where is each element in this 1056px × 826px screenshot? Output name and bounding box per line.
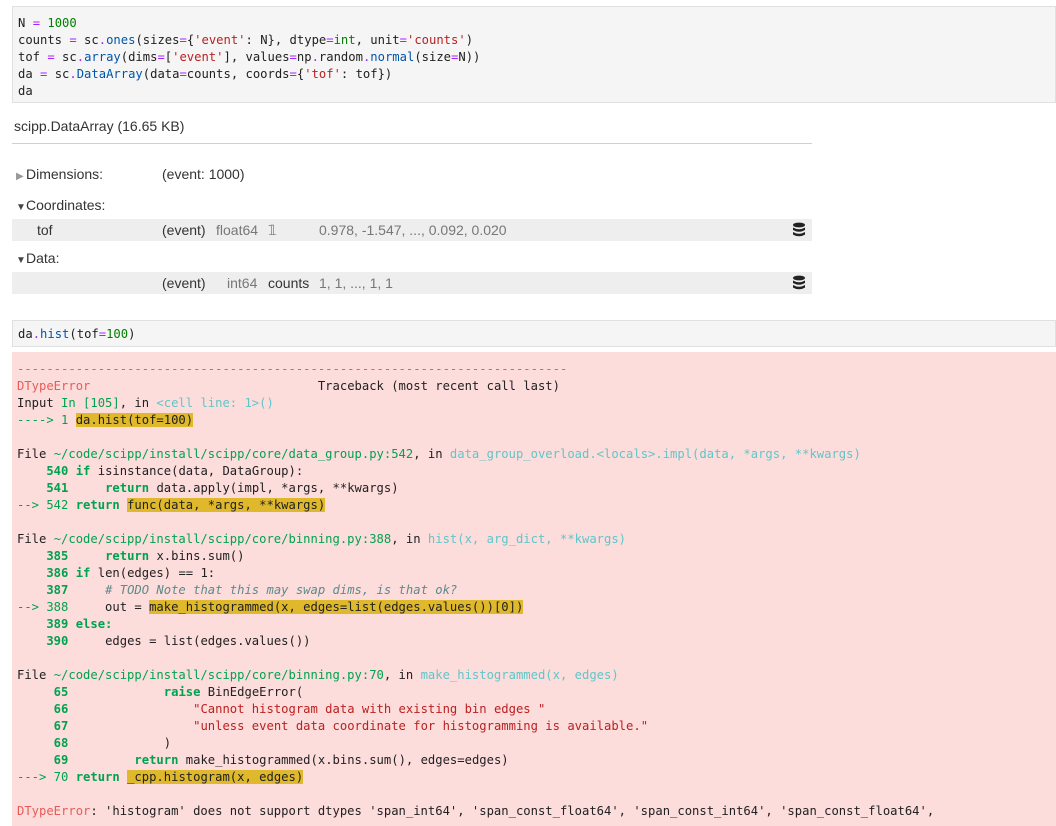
database-icon[interactable] (792, 275, 806, 291)
traceback-input-line: Input In [105], in <cell line: 1>() (17, 396, 274, 410)
code-line: N = 1000 (18, 15, 1055, 32)
traceback-line: 386 if len(edges) == 1: (17, 566, 216, 580)
coord-name: tof (37, 222, 53, 238)
dimensions-label: Dimensions: (26, 166, 104, 182)
code-var-n: N (18, 16, 33, 30)
traceback-line: 65 raise BinEdgeError( (17, 685, 304, 699)
traceback-line: --> 388 out = make_histogrammed(x, edges… (17, 600, 524, 614)
code-line: da.hist(tof=100) (18, 327, 136, 341)
data-dims: (event) (162, 275, 206, 291)
function-signature: make_histogrammed(x, edges) (420, 668, 619, 682)
dimensions-section-toggle[interactable]: ▶ Dimensions: (16, 166, 103, 182)
traceback-line: 69 return make_histogrammed(x.bins.sum()… (17, 753, 509, 767)
traceback-title-line: DTypeError Traceback (most recent call l… (17, 378, 1056, 395)
traceback-line: 67 "unless event data coordinate for his… (17, 719, 649, 733)
data-section-toggle[interactable]: ▼Data: (16, 250, 59, 266)
coord-dtype: float64 (216, 222, 259, 238)
traceback-title: Traceback (most recent call last) (317, 379, 560, 393)
error-type: DTypeError (17, 379, 91, 393)
code-line: counts = sc.ones(sizes={'event': N}, dty… (18, 33, 474, 47)
code-cell-input-2[interactable]: da.hist(tof=100) (12, 320, 1056, 347)
code-number: 1000 (47, 16, 77, 30)
traceback-line: ---> 70 return _cpp.histogram(x, edges) (17, 770, 304, 784)
traceback-line: 68 ) (17, 736, 172, 750)
dimensions-value: (event: 1000) (162, 166, 245, 182)
traceback-dashes: ----------------------------------------… (17, 362, 568, 376)
database-icon[interactable] (792, 222, 806, 238)
traceback-file-line: File ~/code/scipp/install/scipp/core/bin… (17, 668, 619, 682)
highlighted-code: func(data, *args, **kwargs) (127, 498, 326, 512)
error-message: DTypeError: 'histogram' does not support… (17, 803, 1056, 820)
highlighted-code: _cpp.histogram(x, edges) (127, 770, 304, 784)
traceback-file-line: File ~/code/scipp/install/scipp/core/bin… (17, 532, 627, 546)
traceback-line: --> 542 return func(data, *args, **kwarg… (17, 498, 326, 512)
traceback-line: 385 return x.bins.sum() (17, 549, 245, 563)
coord-row-tof[interactable]: tof (event) float64 𝟙 0.978, -1.547, ...… (12, 219, 812, 241)
traceback-line: 541 return data.apply(impl, *args, **kwa… (17, 481, 399, 495)
error-traceback-output: ----------------------------------------… (12, 352, 1056, 826)
error-type: DTypeError (17, 804, 91, 818)
data-dtype: int64 (227, 275, 258, 291)
data-values: 1, 1, ..., 1, 1 (319, 275, 393, 291)
repr-separator (12, 143, 812, 144)
data-row[interactable]: (event) int64 counts 1, 1, ..., 1, 1 (12, 272, 812, 294)
triangle-down-icon: ▼ (16, 255, 26, 266)
coord-unit: 𝟙 (268, 222, 277, 238)
code-line: tof = sc.array(dims=['event'], values=np… (18, 50, 481, 64)
coord-dims: (event) (162, 222, 206, 238)
code-line: da = sc.DataArray(data=counts, coords={'… (18, 67, 393, 81)
traceback-line: ----> 1 da.hist(tof=100) (17, 413, 194, 427)
cell-line-link: <cell line: 1>() (156, 396, 274, 410)
traceback-line: 540 if isinstance(data, DataGroup): (17, 464, 304, 478)
code-operator: = (32, 16, 41, 30)
traceback-line: 390 edges = list(edges.values()) (17, 634, 311, 648)
triangle-right-icon: ▶ (16, 171, 24, 182)
data-unit: counts (268, 275, 310, 291)
triangle-down-icon: ▼ (16, 202, 26, 213)
traceback-line: 387 # TODO Note that this may swap dims,… (17, 583, 458, 597)
highlighted-code: da.hist(tof=100) (75, 413, 194, 427)
file-path: ~/code/scipp/install/scipp/core/binning.… (53, 532, 392, 546)
repr-header: scipp.DataArray (16.65 KB) (14, 118, 185, 134)
coordinates-label: Coordinates: (26, 197, 106, 213)
code-cell-input-1[interactable]: N = 1000 counts = sc.ones(sizes={'event'… (12, 6, 1056, 103)
input-prompt: In [105] (61, 396, 120, 410)
function-signature: hist(x, arg_dict, **kwargs) (427, 532, 627, 546)
code-line: da (18, 84, 33, 98)
traceback-line: 389 else: (17, 617, 113, 631)
coordinates-section-toggle[interactable]: ▼Coordinates: (16, 197, 105, 213)
coord-values: 0.978, -1.547, ..., 0.092, 0.020 (319, 222, 507, 238)
data-label: Data: (26, 250, 60, 266)
traceback-file-line: File ~/code/scipp/install/scipp/core/dat… (17, 447, 861, 461)
highlighted-code: make_histogrammed(x, edges=list(edges.va… (149, 600, 524, 614)
file-path: ~/code/scipp/install/scipp/core/binning.… (53, 668, 384, 682)
code-operator: = (69, 33, 77, 47)
file-path: ~/code/scipp/install/scipp/core/data_gro… (53, 447, 414, 461)
error-message-text: : 'histogram' does not support dtypes 's… (90, 804, 935, 818)
traceback-line: 66 "Cannot histogram data with existing … (17, 702, 546, 716)
function-signature: data_group_overload.<locals>.impl(data, … (449, 447, 861, 461)
